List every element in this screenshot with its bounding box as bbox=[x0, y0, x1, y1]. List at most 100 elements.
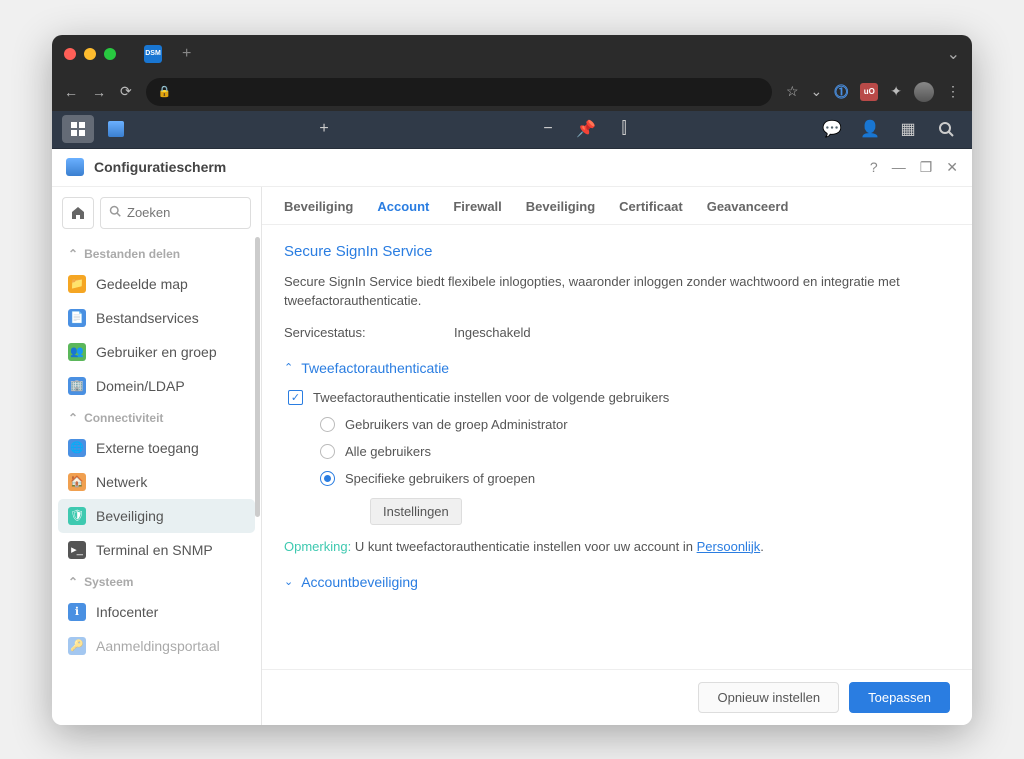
external-icon: 🌐 bbox=[68, 439, 86, 457]
close-icon[interactable]: ✕ bbox=[946, 159, 958, 176]
service-status-row: Servicestatus: Ingeschakeld bbox=[284, 325, 950, 340]
sidebar-item-shared-folder[interactable]: 📁Gedeelde map bbox=[58, 267, 255, 301]
reset-button[interactable]: Opnieuw instellen bbox=[698, 682, 839, 713]
chevron-up-icon: ⌃ bbox=[68, 575, 78, 589]
file-services-icon: 📄 bbox=[68, 309, 86, 327]
sidebar-section-connectivity[interactable]: ⌃Connectiviteit bbox=[58, 403, 255, 431]
help-icon[interactable]: ? bbox=[870, 159, 878, 175]
sidebar-item-login-portal[interactable]: 🔑Aanmeldingsportaal bbox=[58, 629, 255, 663]
search-field[interactable] bbox=[127, 205, 242, 220]
section-toggle-2fa[interactable]: ⌃ Tweefactorauthenticatie bbox=[284, 360, 950, 376]
forward-icon[interactable]: → bbox=[92, 84, 106, 100]
note-text: Opmerking: U kunt tweefactorauthenticati… bbox=[284, 539, 950, 554]
chevron-down-icon: ⌄ bbox=[284, 575, 293, 588]
tab-security1[interactable]: Beveiliging bbox=[284, 199, 353, 224]
onepassword-icon[interactable]: ⓵ bbox=[834, 82, 848, 102]
sidebar-item-external-access[interactable]: 🌐Externe toegang bbox=[58, 431, 255, 465]
domain-icon: 🏢 bbox=[68, 377, 86, 395]
shield-icon: 🛡 bbox=[68, 507, 86, 525]
footer-buttons: Opnieuw instellen Toepassen bbox=[262, 669, 972, 725]
terminal-icon: ▸_ bbox=[68, 541, 86, 559]
browser-nav-bar: ← → ⟳ 🔒 ☆ ⌄ ⓵ uO ✦ ⋮ bbox=[52, 73, 972, 111]
sidebar-item-security[interactable]: 🛡Beveiliging bbox=[58, 499, 255, 533]
user-icon: 👥 bbox=[68, 343, 86, 361]
sidebar-section-share[interactable]: ⌃Bestanden delen bbox=[58, 239, 255, 267]
radio-group-2fa-users: Gebruikers van de groep Administrator Al… bbox=[320, 417, 950, 539]
sidebar-item-terminal-snmp[interactable]: ▸_Terminal en SNMP bbox=[58, 533, 255, 567]
back-icon[interactable]: ← bbox=[64, 84, 78, 100]
tab-advanced[interactable]: Geavanceerd bbox=[707, 199, 789, 224]
maximize-icon[interactable]: ❐ bbox=[920, 159, 933, 176]
browser-tab-bar: DSM + ⌄ bbox=[52, 35, 972, 73]
browser-window: DSM + ⌄ ← → ⟳ 🔒 ☆ ⌄ ⓵ uO ✦ ⋮ + − 📌 bbox=[52, 35, 972, 725]
dsm-toolbar: + − 📌 ⫿ 💬 👤 ▦ bbox=[52, 111, 972, 149]
sidebar-item-info-center[interactable]: ℹInfocenter bbox=[58, 595, 255, 629]
address-bar[interactable]: 🔒 bbox=[146, 78, 772, 106]
sidebar-item-domain-ldap[interactable]: 🏢Domein/LDAP bbox=[58, 369, 255, 403]
minimize-icon[interactable]: — bbox=[892, 159, 906, 175]
chevron-up-icon: ⌃ bbox=[68, 411, 78, 425]
pocket-icon[interactable]: ⌄ bbox=[811, 83, 823, 100]
dsm-search-icon[interactable] bbox=[930, 115, 962, 143]
radio-icon bbox=[320, 444, 335, 459]
dsm-dashboard-button[interactable] bbox=[62, 115, 94, 143]
dsm-panel-button[interactable]: ⫿ bbox=[608, 115, 640, 143]
network-icon: 🏠 bbox=[68, 473, 86, 491]
dsm-chat-icon[interactable]: 💬 bbox=[816, 115, 848, 143]
apply-button[interactable]: Toepassen bbox=[849, 682, 950, 713]
settings-panel: Secure SignIn Service Secure SignIn Serv… bbox=[262, 225, 972, 669]
close-window-icon[interactable] bbox=[64, 48, 76, 60]
status-value: Ingeschakeld bbox=[454, 325, 531, 340]
profile-avatar[interactable] bbox=[914, 82, 934, 102]
control-panel-icon bbox=[66, 158, 84, 176]
home-button[interactable] bbox=[62, 197, 94, 229]
lock-icon: 🔒 bbox=[158, 85, 172, 98]
dsm-pin-button[interactable]: 📌 bbox=[570, 115, 602, 143]
sidebar-item-file-services[interactable]: 📄Bestandservices bbox=[58, 301, 255, 335]
search-input[interactable] bbox=[100, 197, 251, 229]
dsm-minimize-button[interactable]: − bbox=[532, 115, 564, 143]
status-label: Servicestatus: bbox=[284, 325, 454, 340]
radio-admin-group[interactable]: Gebruikers van de groep Administrator bbox=[320, 417, 950, 432]
sidebar-item-user-group[interactable]: 👥Gebruiker en groep bbox=[58, 335, 255, 369]
tab-firewall[interactable]: Firewall bbox=[453, 199, 501, 224]
tab-bar: Beveiliging Account Firewall Beveiliging… bbox=[262, 187, 972, 225]
signin-description: Secure SignIn Service biedt flexibele in… bbox=[284, 272, 950, 311]
tab-security2[interactable]: Beveiliging bbox=[526, 199, 595, 224]
checkbox-icon: ✓ bbox=[288, 390, 303, 405]
settings-button[interactable]: Instellingen bbox=[370, 498, 462, 525]
dsm-widgets-icon[interactable]: ▦ bbox=[892, 115, 924, 143]
chevron-up-icon: ⌃ bbox=[284, 361, 293, 374]
reload-icon[interactable]: ⟳ bbox=[120, 83, 132, 100]
radio-all-users[interactable]: Alle gebruikers bbox=[320, 444, 950, 459]
minimize-window-icon[interactable] bbox=[84, 48, 96, 60]
dsm-control-panel-button[interactable] bbox=[100, 115, 132, 143]
tab-dropdown-icon[interactable]: ⌄ bbox=[947, 44, 960, 64]
radio-icon bbox=[320, 471, 335, 486]
ublock-icon[interactable]: uO bbox=[860, 83, 878, 101]
checkbox-enable-2fa[interactable]: ✓ Tweefactorauthenticatie instellen voor… bbox=[288, 390, 950, 405]
browser-menu-icon[interactable]: ⋮ bbox=[946, 83, 960, 100]
new-tab-button[interactable]: + bbox=[182, 45, 191, 63]
tab-account[interactable]: Account bbox=[377, 199, 429, 224]
tab-certificate[interactable]: Certificaat bbox=[619, 199, 683, 224]
search-icon bbox=[109, 205, 121, 220]
control-panel-window: Configuratiescherm ? — ❐ ✕ bbox=[52, 149, 972, 725]
browser-tab[interactable]: DSM bbox=[144, 45, 162, 63]
extensions-icon[interactable]: ✦ bbox=[890, 83, 902, 100]
radio-specific-users[interactable]: Specifieke gebruikers of groepen bbox=[320, 471, 950, 486]
dsm-add-button[interactable]: + bbox=[308, 115, 340, 143]
maximize-window-icon[interactable] bbox=[104, 48, 116, 60]
sidebar: ⌃Bestanden delen 📁Gedeelde map 📄Bestands… bbox=[52, 187, 262, 725]
star-icon[interactable]: ☆ bbox=[786, 83, 799, 100]
extension-icons: ☆ ⌄ ⓵ uO ✦ ⋮ bbox=[786, 82, 960, 102]
radio-icon bbox=[320, 417, 335, 432]
sidebar-section-system[interactable]: ⌃Systeem bbox=[58, 567, 255, 595]
dsm-user-icon[interactable]: 👤 bbox=[854, 115, 886, 143]
personal-link[interactable]: Persoonlijk bbox=[697, 539, 761, 554]
section-toggle-account-security[interactable]: ⌄ Accountbeveiliging bbox=[284, 574, 950, 594]
traffic-lights bbox=[64, 48, 116, 60]
sidebar-item-network[interactable]: 🏠Netwerk bbox=[58, 465, 255, 499]
sidebar-scrollbar[interactable] bbox=[255, 237, 260, 517]
window-title: Configuratiescherm bbox=[94, 159, 226, 175]
